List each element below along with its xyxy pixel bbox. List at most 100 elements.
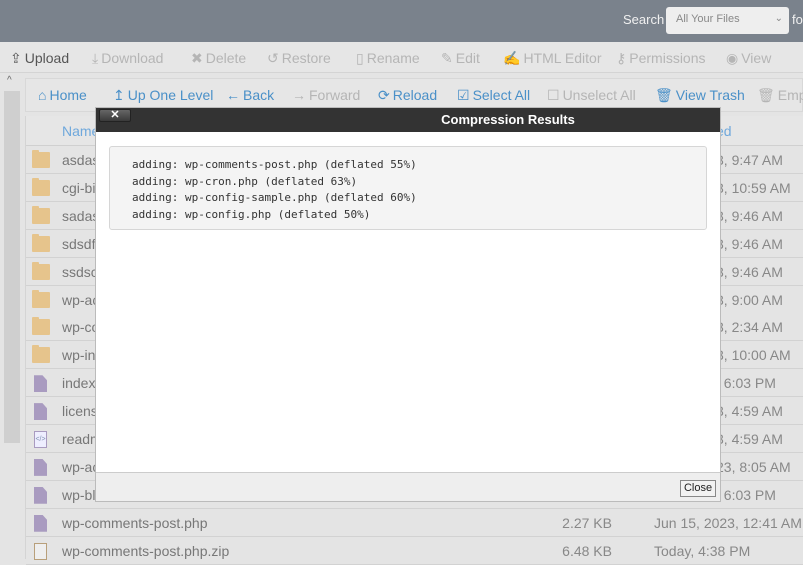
- file-icon: [34, 514, 47, 532]
- nav-label: Up One Level: [127, 87, 214, 103]
- nav-reload-button[interactable]: ⟳ Reload: [378, 87, 437, 104]
- forward-arrow-icon: →: [292, 87, 306, 103]
- nav-label: Home: [49, 87, 87, 103]
- table-row[interactable]: wp-comments-post.php.zip 6.48 KB Today, 4:…: [26, 536, 803, 565]
- toolbar-edit-button[interactable]: ✎ Edit: [441, 50, 480, 67]
- zip-file-icon: [34, 542, 47, 560]
- toolbar-html-editor-button[interactable]: ✍ HTML Editor: [503, 50, 602, 67]
- file-icon: [34, 486, 47, 504]
- folder-icon: [32, 345, 50, 364]
- file-name[interactable]: wp-in: [62, 347, 95, 363]
- toolbar-view-button[interactable]: ◉ View: [726, 50, 771, 67]
- search-scope-select[interactable]: All Your Files ⌄: [666, 7, 789, 34]
- key-icon: ⚷: [616, 50, 627, 66]
- file-size: 6.48 KB: [562, 542, 612, 559]
- toolbar-rename-button[interactable]: ▯ Rename: [356, 50, 420, 67]
- output-line: adding: wp-config-sample.php (deflated 6…: [132, 191, 417, 205]
- nav-label: Back: [243, 87, 275, 103]
- trash-icon: 🗑: [655, 87, 673, 103]
- file-name[interactable]: ssdsc: [62, 264, 98, 280]
- home-icon: ⌂: [38, 87, 47, 103]
- scrollbar-thumb[interactable]: [4, 91, 20, 443]
- file-name[interactable]: licens: [62, 403, 98, 419]
- toolbar-delete-button[interactable]: ✖ Delete: [191, 50, 246, 67]
- file-name[interactable]: index: [62, 375, 95, 391]
- nav-empt-button[interactable]: 🗑Empt: [757, 87, 803, 104]
- dialog-title-bar: ✕ Compression Results: [96, 108, 720, 132]
- upload-icon: ⇪: [10, 50, 22, 66]
- file-modified: , 6:03 PM: [716, 375, 776, 392]
- toolbar-label: HTML Editor: [523, 50, 602, 66]
- file-name[interactable]: wp-comments-post.php: [62, 515, 208, 531]
- file-name[interactable]: wp-co: [62, 319, 99, 335]
- file-name[interactable]: wp-bl: [62, 487, 95, 503]
- nav-home-button[interactable]: ⌂ Home: [38, 87, 87, 103]
- file-modified: 3, 9:46 AM: [716, 235, 783, 252]
- file-toolbar: ⇪ Upload ⤓ Download ✖ Delete ↺ Restore ▯ Rename ✎ E…: [0, 42, 803, 73]
- file-modified: 3, 10:00 AM: [716, 347, 791, 364]
- folder-icon: [32, 177, 50, 196]
- scroll-up-icon[interactable]: ^: [7, 75, 12, 86]
- toolbar-permissions-button[interactable]: ⚷ Permissions: [616, 50, 706, 67]
- folder-icon: [32, 233, 50, 252]
- file-modified: 3, 9:46 AM: [716, 207, 783, 224]
- file-icon: [34, 375, 47, 393]
- eye-icon: ◉: [726, 50, 739, 66]
- html-editor-icon: ✍: [503, 50, 521, 66]
- toolbar-download-button[interactable]: ⤓ Download: [92, 50, 163, 67]
- close-button[interactable]: Close: [680, 480, 716, 497]
- file-modified: 3, 9:47 AM: [716, 152, 783, 168]
- reload-icon: ⟳: [378, 87, 390, 103]
- nav-up-one-level-button[interactable]: ↥ Up One Level: [113, 87, 213, 104]
- trash-icon: 🗑: [757, 87, 775, 103]
- file-name[interactable]: sdsdf: [62, 236, 95, 252]
- file-name[interactable]: wp-comments-post.php.zip: [62, 543, 229, 559]
- checkbox-checked-icon: ☑: [457, 87, 470, 103]
- file-name[interactable]: wp-ac: [62, 292, 99, 308]
- pencil-icon: ✎: [441, 50, 453, 66]
- file-size: 2.27 KB: [562, 514, 612, 531]
- toolbar-label: Edit: [455, 50, 480, 66]
- nav-view-trash-button[interactable]: 🗑 View Trash: [655, 87, 745, 104]
- delete-icon: ✖: [191, 50, 203, 66]
- left-scrollbar[interactable]: ^: [0, 73, 25, 559]
- chevron-down-icon: ⌄: [774, 13, 783, 24]
- output-line: adding: wp-comments-post.php (deflated 5…: [132, 158, 417, 171]
- file-modified: 3, 2:34 AM: [716, 319, 783, 336]
- nav-label: Forward: [309, 87, 361, 103]
- file-name[interactable]: sadas: [62, 208, 99, 224]
- file-modified: , 6:03 PM: [716, 486, 776, 503]
- file-modified: Today, 4:38 PM: [654, 542, 751, 559]
- nav-back-button[interactable]: ← Back: [226, 87, 274, 103]
- nav-forward-button[interactable]: → Forward: [292, 87, 360, 103]
- file-modified: Jun 15, 2023, 12:41 AM: [654, 514, 802, 531]
- column-header-name[interactable]: Name: [62, 123, 99, 139]
- toolbar-label: Rename: [366, 50, 420, 66]
- file-name[interactable]: cgi-bi: [62, 180, 95, 196]
- folder-icon: [32, 150, 50, 168]
- file-icon: [34, 403, 47, 421]
- toolbar-restore-button[interactable]: ↺ Restore: [267, 50, 331, 67]
- nav-select-all-button[interactable]: ☑ Select All: [457, 87, 530, 104]
- file-modified: 3, 4:59 AM: [716, 403, 783, 420]
- restore-icon: ↺: [267, 50, 279, 66]
- file-modified: 3, 4:59 AM: [716, 431, 783, 447]
- toolbar-label: Download: [101, 50, 164, 66]
- dialog-footer: Close: [96, 472, 720, 501]
- file-name[interactable]: wp-ac: [62, 459, 99, 475]
- toolbar-label: Permissions: [629, 50, 706, 66]
- toolbar-upload-button[interactable]: ⇪ Upload: [10, 50, 69, 67]
- download-icon: ⤓: [92, 50, 99, 66]
- table-row[interactable]: wp-comments-post.php 2.27 KB Jun 15, 2023,…: [26, 508, 803, 537]
- folder-icon: [32, 289, 50, 308]
- nav-label: Select All: [472, 87, 531, 103]
- code-file-icon: </>: [34, 431, 47, 448]
- compression-results-dialog: ✕ Compression Results adding: wp-comment…: [95, 107, 721, 502]
- nav-unselect-all-button[interactable]: ☐ Unselect All: [547, 87, 636, 104]
- search-for-label: fo: [792, 12, 803, 27]
- file-name[interactable]: asdas: [62, 152, 99, 168]
- nav-label: Reload: [392, 87, 438, 103]
- output-line: adding: wp-config.php (deflated 50%): [132, 207, 371, 221]
- nav-label: Empt: [777, 87, 803, 103]
- dialog-title: Compression Results: [441, 112, 575, 127]
